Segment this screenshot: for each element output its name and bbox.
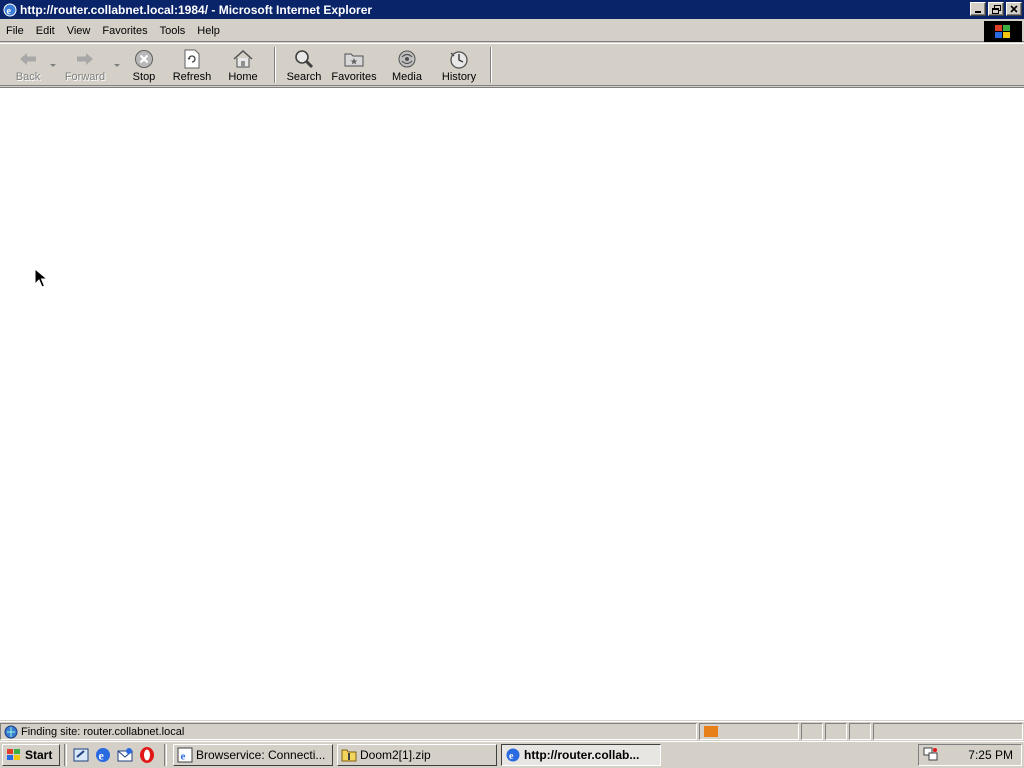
task-doom2-zip[interactable]: Doom2[1].zip — [337, 744, 497, 766]
zip-folder-icon — [341, 747, 357, 763]
menu-edit[interactable]: Edit — [30, 25, 61, 37]
toolbar-separator — [490, 47, 492, 83]
minimize-button[interactable] — [970, 2, 986, 16]
show-desktop-icon[interactable] — [70, 744, 92, 766]
close-button[interactable] — [1006, 2, 1022, 16]
status-text-pane: Finding site: router.collabnet.local — [0, 723, 697, 740]
windows-logo — [984, 21, 1022, 42]
start-label: Start — [25, 748, 53, 762]
media-label: Media — [392, 71, 422, 83]
window-title: http://router.collabnet.local:1984/ - Mi… — [20, 2, 373, 17]
status-pane — [825, 723, 847, 740]
back-label: Back — [15, 71, 41, 83]
clock[interactable]: 7:25 PM — [968, 748, 1013, 762]
task-label: Browservice: Connecti... — [196, 748, 326, 762]
history-icon — [448, 48, 470, 70]
progress-pane — [699, 723, 799, 740]
media-button[interactable]: Media — [382, 44, 432, 84]
ie-task-icon: e — [505, 747, 521, 763]
task-label: http://router.collab... — [524, 748, 640, 762]
task-browservice[interactable]: e Browservice: Connecti... — [173, 744, 333, 766]
stop-button[interactable]: Stop — [122, 44, 166, 84]
taskbar-separator — [164, 744, 167, 766]
menu-view[interactable]: View — [61, 25, 97, 37]
ie-page-icon — [3, 724, 19, 740]
toolbar-separator — [274, 47, 276, 83]
mouse-cursor-icon — [34, 267, 49, 291]
start-button[interactable]: Start — [2, 744, 60, 766]
network-tray-icon[interactable] — [923, 746, 939, 765]
outlook-express-icon[interactable] — [114, 744, 136, 766]
stop-label: Stop — [132, 71, 156, 83]
back-button[interactable]: Back — [8, 44, 48, 84]
system-tray: 7:25 PM — [918, 744, 1022, 766]
task-ie-router[interactable]: e http://router.collab... — [501, 744, 661, 766]
svg-text:e: e — [509, 751, 514, 762]
home-label: Home — [228, 71, 258, 83]
forward-dropdown[interactable] — [112, 44, 122, 84]
back-arrow-icon — [17, 48, 39, 70]
status-pane — [849, 723, 871, 740]
svg-text:e: e — [99, 749, 105, 763]
menu-favorites[interactable]: Favorites — [96, 25, 153, 37]
forward-label: Forward — [64, 71, 106, 83]
menu-tools[interactable]: Tools — [154, 25, 192, 37]
zone-pane — [873, 723, 1023, 740]
history-button[interactable]: History — [432, 44, 486, 84]
favorites-label: Favorites — [331, 71, 377, 83]
svg-text:e: e — [7, 6, 12, 17]
status-text: Finding site: router.collabnet.local — [21, 725, 185, 738]
favorites-folder-icon — [343, 48, 365, 70]
search-icon — [293, 48, 315, 70]
refresh-button[interactable]: Refresh — [166, 44, 218, 84]
back-dropdown[interactable] — [48, 44, 58, 84]
search-label: Search — [286, 71, 322, 83]
menu-bar: File Edit View Favorites Tools Help — [0, 20, 1024, 42]
forward-arrow-icon — [74, 48, 96, 70]
refresh-label: Refresh — [172, 71, 212, 83]
windows-flag-icon — [7, 749, 20, 760]
standard-toolbar: Back Forward Stop Refresh Home Search Fa… — [0, 43, 1024, 86]
menu-help[interactable]: Help — [191, 25, 226, 37]
restore-button[interactable] — [988, 2, 1004, 16]
home-icon — [232, 48, 254, 70]
refresh-icon — [181, 48, 203, 70]
search-button[interactable]: Search — [282, 44, 326, 84]
opera-icon[interactable] — [136, 744, 158, 766]
forward-button[interactable]: Forward — [58, 44, 112, 84]
taskbar: Start e e Browservice: Connecti... Doom2… — [0, 741, 1024, 768]
ie-task-icon: e — [177, 747, 193, 763]
ie-icon: e — [2, 2, 18, 18]
progress-block — [704, 726, 718, 737]
favorites-button[interactable]: Favorites — [326, 44, 382, 84]
stop-icon — [133, 48, 155, 70]
status-pane — [801, 723, 823, 740]
title-bar: e http://router.collabnet.local:1984/ - … — [0, 0, 1024, 19]
ie-quicklaunch-icon[interactable]: e — [92, 744, 114, 766]
menu-file[interactable]: File — [0, 25, 30, 37]
media-icon — [396, 48, 418, 70]
status-bar: Finding site: router.collabnet.local — [0, 721, 1024, 741]
task-label: Doom2[1].zip — [360, 748, 431, 762]
page-content[interactable] — [0, 87, 1024, 720]
home-button[interactable]: Home — [218, 44, 268, 84]
svg-text:e: e — [181, 751, 186, 763]
history-label: History — [441, 71, 477, 83]
taskbar-separator — [64, 744, 67, 766]
